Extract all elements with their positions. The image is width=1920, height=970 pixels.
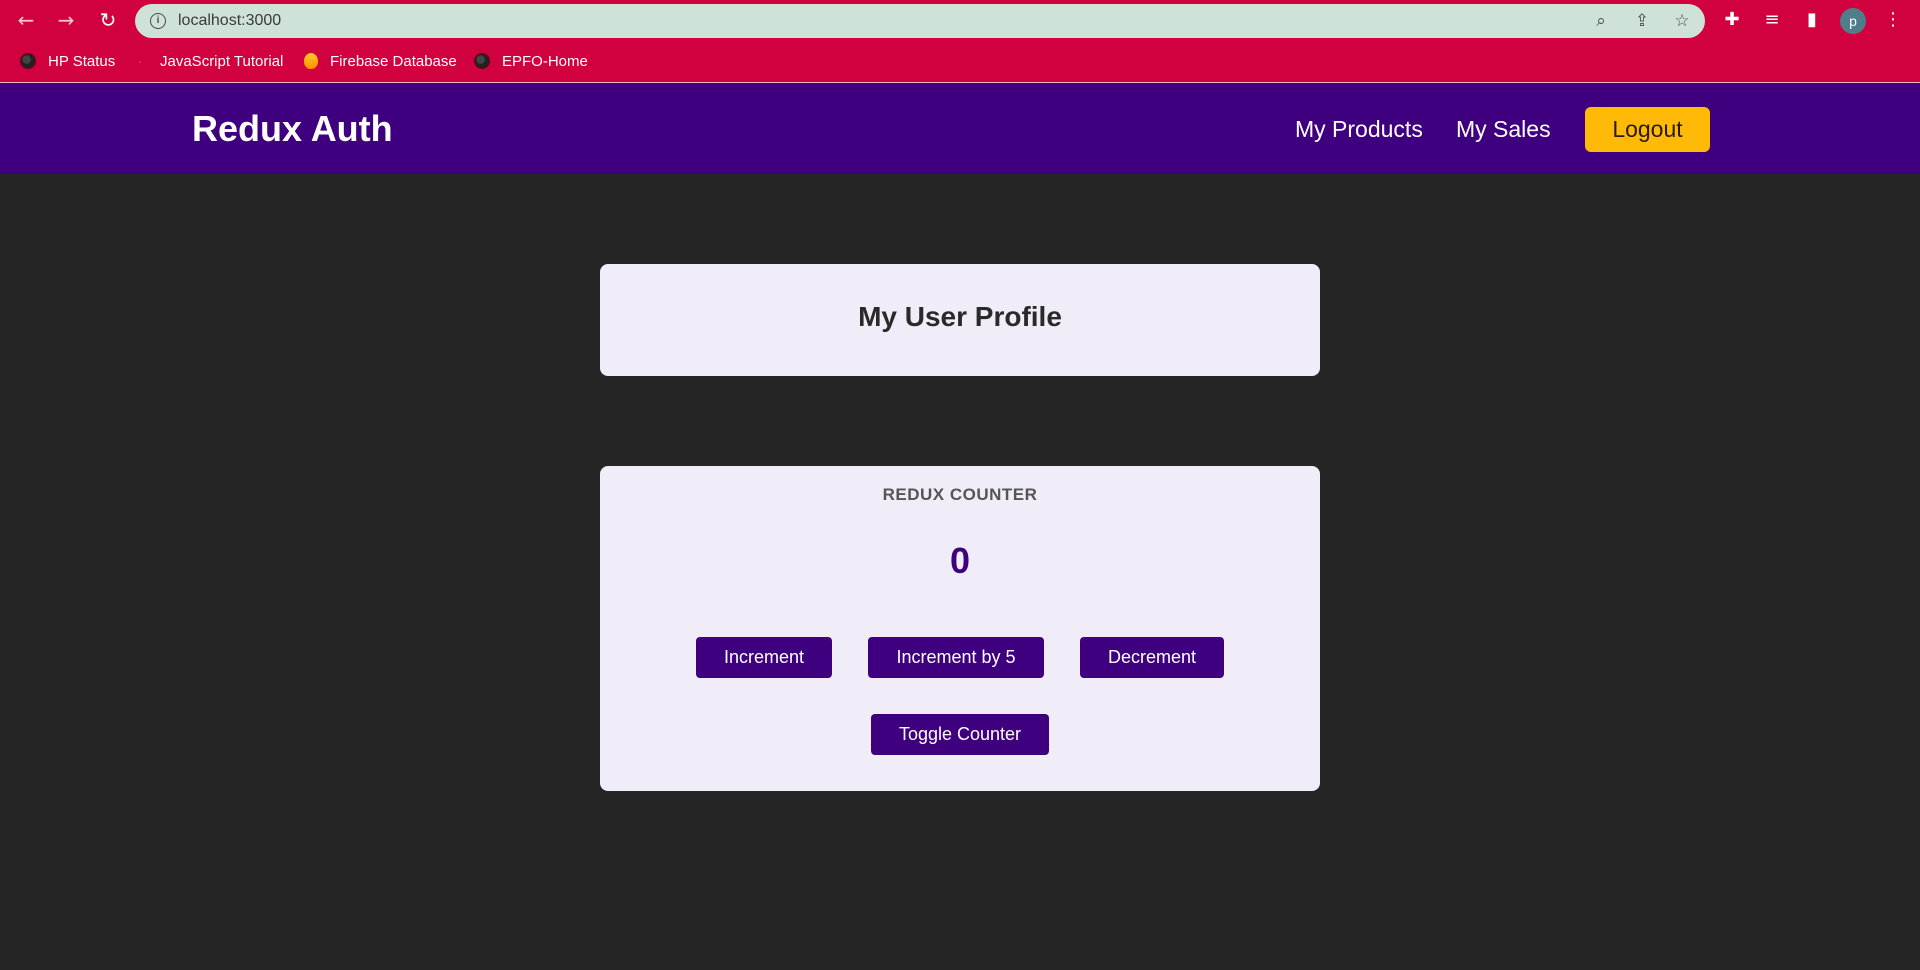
globe-icon (474, 53, 490, 69)
increment-button[interactable]: Increment (696, 637, 832, 678)
zoom-icon[interactable]: ⌕ (1591, 11, 1611, 31)
bookmark-hp-status[interactable]: HP Status (20, 51, 115, 71)
share-icon[interactable]: ⇪ (1632, 11, 1652, 31)
bookmark-label: HP Status (48, 52, 116, 70)
counter-value: 0 (949, 540, 971, 581)
reading-list-icon[interactable]: ≡ (1761, 9, 1783, 31)
firebase-icon (304, 53, 318, 69)
browser-toolbar: ← → ↻ i localhost:3000 ⌕ ⇪ ☆ ✚ ≡ ▮ p ⋮ (0, 0, 1920, 40)
bookmark-epfo-home[interactable]: EPFO-Home (474, 51, 588, 71)
bookmark-star-icon[interactable]: ☆ (1672, 11, 1692, 31)
app-header: Redux Auth My Products My Sales Logout (0, 84, 1920, 174)
nav-my-products[interactable]: My Products (1295, 116, 1423, 143)
counter-title: REDUX COUNTER (882, 485, 1038, 504)
side-panel-icon[interactable]: ▮ (1801, 9, 1823, 31)
user-profile-card: My User Profile (600, 264, 1320, 376)
bookmark-label: Firebase Database (330, 52, 457, 70)
reload-icon[interactable]: ↻ (96, 8, 120, 32)
nav-my-sales[interactable]: My Sales (1456, 116, 1551, 143)
bookmark-firebase-database[interactable]: Firebase Database (304, 51, 457, 71)
bookmark-label: JavaScript Tutorial (160, 52, 284, 70)
menu-icon[interactable]: ⋮ (1882, 9, 1904, 31)
redux-counter-card: REDUX COUNTER 0 Increment Increment by 5… (600, 466, 1320, 791)
extensions-icon[interactable]: ✚ (1721, 9, 1743, 31)
back-icon[interactable]: ← (14, 8, 38, 32)
js-icon: · (138, 54, 142, 68)
address-bar[interactable]: i localhost:3000 ⌕ ⇪ ☆ (135, 4, 1705, 38)
profile-title: My User Profile (858, 301, 1062, 332)
increment-by-5-button[interactable]: Increment by 5 (868, 637, 1044, 678)
forward-icon[interactable]: → (54, 8, 78, 32)
brand-title: Redux Auth (192, 108, 393, 149)
bookmark-javascript-tutorial[interactable]: · JavaScript Tutorial (132, 51, 283, 71)
logout-button[interactable]: Logout (1585, 107, 1710, 152)
bookmarks-bar: HP Status · JavaScript Tutorial Firebase… (0, 40, 1920, 83)
globe-icon (20, 53, 36, 69)
decrement-button[interactable]: Decrement (1080, 637, 1224, 678)
address-bar-url: localhost:3000 (178, 12, 282, 29)
bookmark-label: EPFO-Home (502, 52, 588, 70)
toggle-counter-button[interactable]: Toggle Counter (871, 714, 1049, 755)
site-info-icon[interactable]: i (150, 13, 166, 29)
profile-avatar[interactable]: p (1840, 8, 1866, 34)
